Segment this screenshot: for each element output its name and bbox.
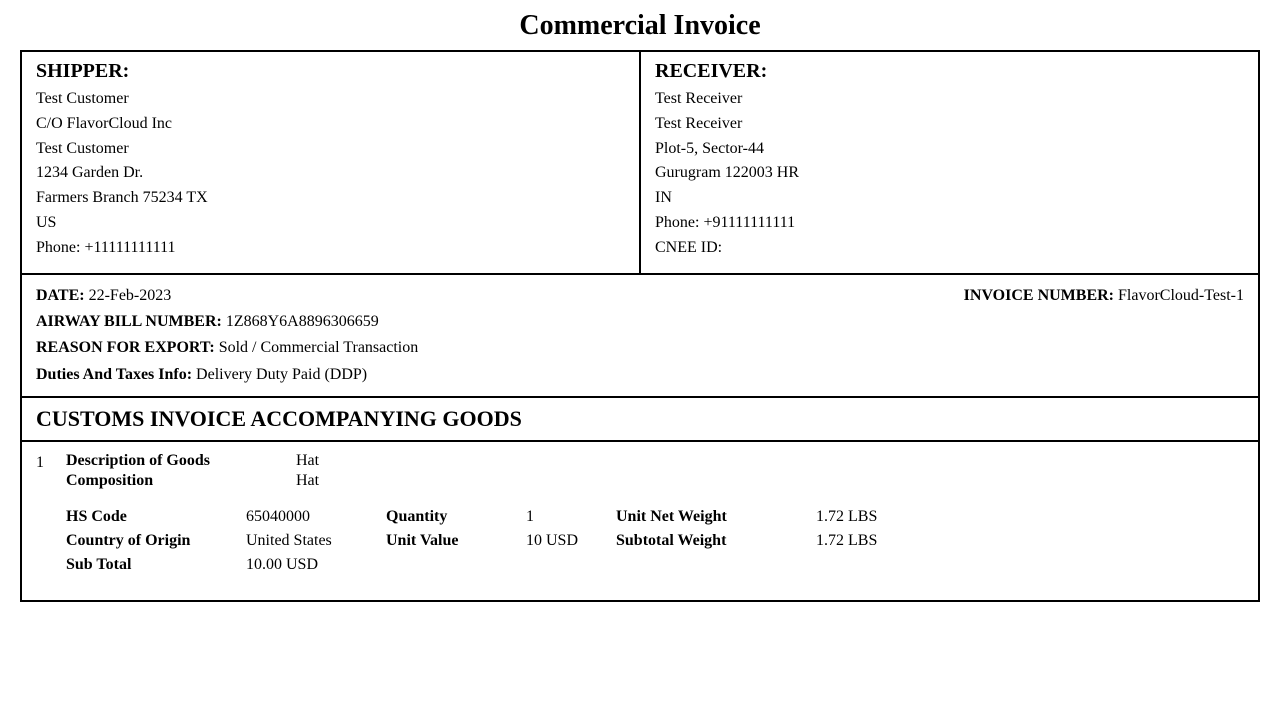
shipper-line-4: 1234 Garden Dr. xyxy=(36,161,625,186)
customs-title: CUSTOMS INVOICE ACCOMPANYING GOODS xyxy=(36,406,1244,432)
description-value: Hat xyxy=(296,452,319,470)
date-val: 22-Feb-2023 xyxy=(89,287,172,304)
shipper-phone: Phone: +11111111111 xyxy=(36,236,625,261)
meta-row-2: Country of Origin United States Unit Val… xyxy=(66,532,1244,550)
airway-val: 1Z868Y6A8896306659 xyxy=(226,313,379,330)
invoice-number-label: INVOICE NUMBER: xyxy=(964,287,1114,304)
goods-meta-table: HS Code 65040000 Quantity 1 Unit Net Wei… xyxy=(66,508,1244,574)
subtotal-weight-value: 1.72 LBS xyxy=(816,532,916,550)
meta-row-3: Sub Total 10.00 USD xyxy=(66,556,1244,574)
shipper-label: SHIPPER: xyxy=(36,60,625,83)
goods-section: 1 Description of Goods Hat Composition H… xyxy=(22,442,1258,600)
airway-line: AIRWAY BILL NUMBER: 1Z868Y6A8896306659 xyxy=(36,309,1244,335)
receiver-line-1: Test Receiver xyxy=(655,87,1244,112)
invoice-title: Commercial Invoice xyxy=(519,10,760,42)
reason-line: REASON FOR EXPORT: Sold / Commercial Tra… xyxy=(36,335,1244,361)
customs-header-section: CUSTOMS INVOICE ACCOMPANYING GOODS xyxy=(22,398,1258,442)
airway-label: AIRWAY BILL NUMBER: xyxy=(36,313,222,330)
goods-number: 1 xyxy=(36,452,66,472)
goods-item-row: 1 Description of Goods Hat Composition H… xyxy=(36,452,1244,580)
receiver-line-5: IN xyxy=(655,186,1244,211)
unit-value-label: Unit Value xyxy=(386,532,526,550)
duties-line: Duties And Taxes Info: Delivery Duty Pai… xyxy=(36,362,1244,388)
info-date-invoice-row: DATE: 22-Feb-2023 INVOICE NUMBER: Flavor… xyxy=(36,283,1244,309)
receiver-line-2: Test Receiver xyxy=(655,112,1244,137)
receiver-cnee: CNEE ID: xyxy=(655,236,1244,261)
receiver-label: RECEIVER: xyxy=(655,60,1244,83)
hs-code-label: HS Code xyxy=(66,508,246,526)
reason-val: Sold / Commercial Transaction xyxy=(219,339,419,356)
shipper-line-1: Test Customer xyxy=(36,87,625,112)
receiver-line-4: Gurugram 122003 HR xyxy=(655,161,1244,186)
meta-row-1: HS Code 65040000 Quantity 1 Unit Net Wei… xyxy=(66,508,1244,526)
invoice-number-line: INVOICE NUMBER: FlavorCloud-Test-1 xyxy=(964,283,1244,309)
unit-net-weight-label: Unit Net Weight xyxy=(616,508,816,526)
description-label: Description of Goods xyxy=(66,452,296,470)
invoice-container: SHIPPER: Test Customer C/O FlavorCloud I… xyxy=(20,50,1260,602)
shipper-line-2: C/O FlavorCloud Inc xyxy=(36,112,625,137)
receiver-phone: Phone: +91111111111 xyxy=(655,211,1244,236)
country-origin-label: Country of Origin xyxy=(66,532,246,550)
receiver-column: RECEIVER: Test Receiver Test Receiver Pl… xyxy=(641,52,1258,273)
goods-details: Description of Goods Hat Composition Hat… xyxy=(66,452,1244,580)
sub-total-value: 10.00 USD xyxy=(246,556,386,574)
quantity-value: 1 xyxy=(526,508,616,526)
invoice-number-val: FlavorCloud-Test-1 xyxy=(1118,287,1244,304)
shipper-line-5: Farmers Branch 75234 TX xyxy=(36,186,625,211)
sub-total-label: Sub Total xyxy=(66,556,246,574)
date-label: DATE: xyxy=(36,287,85,304)
subtotal-weight-label: Subtotal Weight xyxy=(616,532,816,550)
composition-row: Composition Hat xyxy=(66,472,1244,490)
unit-net-weight-value: 1.72 LBS xyxy=(816,508,916,526)
composition-value: Hat xyxy=(296,472,319,490)
duties-label: Duties And Taxes Info: xyxy=(36,366,192,383)
quantity-label: Quantity xyxy=(386,508,526,526)
shipper-receiver-section: SHIPPER: Test Customer C/O FlavorCloud I… xyxy=(22,52,1258,275)
reason-label: REASON FOR EXPORT: xyxy=(36,339,215,356)
shipper-line-3: Test Customer xyxy=(36,137,625,162)
info-section: DATE: 22-Feb-2023 INVOICE NUMBER: Flavor… xyxy=(22,275,1258,399)
country-origin-value: United States xyxy=(246,532,386,550)
unit-value-value: 10 USD xyxy=(526,532,616,550)
hs-code-value: 65040000 xyxy=(246,508,386,526)
shipper-line-6: US xyxy=(36,211,625,236)
composition-label: Composition xyxy=(66,472,296,490)
description-row: Description of Goods Hat xyxy=(66,452,1244,470)
shipper-column: SHIPPER: Test Customer C/O FlavorCloud I… xyxy=(22,52,641,273)
receiver-line-3: Plot-5, Sector-44 xyxy=(655,137,1244,162)
duties-val: Delivery Duty Paid (DDP) xyxy=(196,366,367,383)
date-line: DATE: 22-Feb-2023 xyxy=(36,283,171,309)
